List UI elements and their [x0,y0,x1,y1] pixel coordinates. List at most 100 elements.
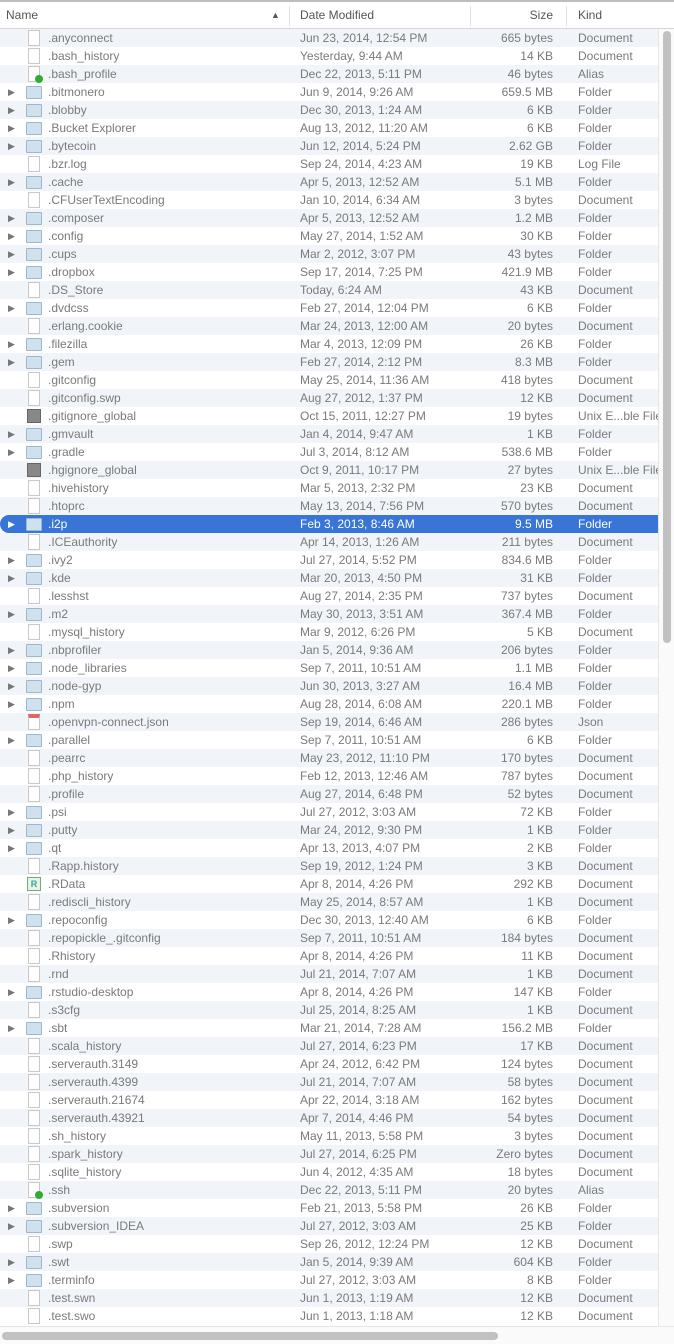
disclosure-triangle-icon[interactable]: ▶ [8,641,15,659]
file-row[interactable]: ▶ .bitmonero Jun 9, 2014, 9:26 AM 659.5 MB F… [0,83,658,101]
disclosure-triangle-icon[interactable]: ▶ [8,1199,15,1217]
vertical-scrollbar-thumb[interactable] [663,31,671,643]
file-row[interactable]: ▶ .cache Apr 5, 2013, 12:52 AM 5.1 MB Folder [0,173,658,191]
disclosure-triangle-icon[interactable]: ▶ [8,299,15,317]
file-row[interactable]: .php_history Feb 12, 2013, 12:46 AM 787 by… [0,767,658,785]
disclosure-triangle-icon[interactable]: ▶ [8,137,15,155]
file-row[interactable]: ▶ .dropbox Sep 17, 2014, 7:25 PM 421.9 MB Fo… [0,263,658,281]
file-row[interactable]: ▶ .config May 27, 2014, 1:52 AM 30 KB Folder [0,227,658,245]
disclosure-triangle-icon[interactable]: ▶ [8,659,15,677]
file-row[interactable]: ▶ .gmvault Jan 4, 2014, 9:47 AM 1 KB Folder [0,425,658,443]
file-row[interactable]: ▶ .subversion Feb 21, 2013, 5:58 PM 26 KB Fo… [0,1199,658,1217]
disclosure-triangle-icon[interactable]: ▶ [8,209,15,227]
file-row[interactable]: .erlang.cookie Mar 24, 2013, 12:00 AM 20 b… [0,317,658,335]
disclosure-triangle-icon[interactable]: ▶ [8,803,15,821]
file-row[interactable]: ▶ .npm Aug 28, 2014, 6:08 AM 220.1 MB Folder [0,695,658,713]
column-header-kind[interactable]: Kind [578,8,602,22]
file-row[interactable]: .CFUserTextEncoding Jan 10, 2014, 6:34 AM… [0,191,658,209]
file-row[interactable]: .bzr.log Sep 24, 2014, 4:23 AM 19 KB Log Fi… [0,155,658,173]
file-row[interactable]: ▶ .cups Mar 2, 2012, 3:07 PM 43 bytes Folder [0,245,658,263]
file-row[interactable]: .sqlite_history Jun 4, 2012, 4:35 AM 18 by… [0,1163,658,1181]
file-row[interactable]: ▶ .subversion_IDEA Jul 27, 2012, 3:03 AM 25… [0,1217,658,1235]
file-row[interactable]: .gitconfig.swp Aug 27, 2012, 1:37 PM 12 KB… [0,389,658,407]
file-row[interactable]: .ssh Dec 22, 2013, 5:11 PM 20 bytes Alias [0,1181,658,1199]
file-row[interactable]: ▶ .i2p Feb 3, 2013, 8:46 AM 9.5 MB Folder [0,515,658,533]
disclosure-triangle-icon[interactable]: ▶ [8,353,15,371]
horizontal-scrollbar[interactable] [0,1326,674,1344]
column-header-date-modified[interactable]: Date Modified [300,8,374,22]
column-header-name[interactable]: Name [6,8,38,22]
file-row[interactable]: ▶ .psi Jul 27, 2012, 3:03 AM 72 KB Folder [0,803,658,821]
column-divider[interactable] [566,6,567,26]
file-row[interactable]: ▶ .filezilla Mar 4, 2013, 12:09 PM 26 KB Fol… [0,335,658,353]
file-row[interactable]: .DS_Store Today, 6:24 AM 43 KB Document [0,281,658,299]
file-row[interactable]: ▶ .kde Mar 20, 2013, 4:50 PM 31 KB Folder [0,569,658,587]
disclosure-triangle-icon[interactable]: ▶ [8,731,15,749]
disclosure-triangle-icon[interactable]: ▶ [8,839,15,857]
file-row[interactable]: .ICEauthority Apr 14, 2013, 1:26 AM 211 by… [0,533,658,551]
disclosure-triangle-icon[interactable]: ▶ [8,569,15,587]
file-row[interactable]: .htoprc May 13, 2014, 7:56 PM 570 bytes Doc… [0,497,658,515]
file-row[interactable]: .scala_history Jul 27, 2014, 6:23 PM 17 KB… [0,1037,658,1055]
column-divider[interactable] [470,6,471,26]
file-row[interactable]: .s3cfg Jul 25, 2014, 8:25 AM 1 KB Document [0,1001,658,1019]
file-row[interactable]: ▶ .parallel Sep 7, 2011, 10:51 AM 6 KB Folde… [0,731,658,749]
file-row[interactable]: ▶ .qt Apr 13, 2013, 4:07 PM 2 KB Folder [0,839,658,857]
disclosure-triangle-icon[interactable]: ▶ [8,335,15,353]
disclosure-triangle-icon[interactable]: ▶ [8,443,15,461]
disclosure-triangle-icon[interactable]: ▶ [8,425,15,443]
file-row[interactable]: ▶ .composer Apr 5, 2013, 12:52 AM 1.2 MB Fol… [0,209,658,227]
disclosure-triangle-icon[interactable]: ▶ [8,677,15,695]
disclosure-triangle-icon[interactable]: ▶ [8,821,15,839]
column-divider[interactable] [289,6,290,26]
file-row[interactable]: ▶ .m2 May 30, 2013, 3:51 AM 367.4 MB Folder [0,605,658,623]
file-row[interactable]: .serverauth.4399 Jul 21, 2014, 7:07 AM 58 … [0,1073,658,1091]
disclosure-triangle-icon[interactable]: ▶ [8,173,15,191]
disclosure-triangle-icon[interactable]: ▶ [8,245,15,263]
file-row[interactable]: .openvpn-connect.json Sep 19, 2014, 6:46 … [0,713,658,731]
disclosure-triangle-icon[interactable]: ▶ [8,1019,15,1037]
disclosure-triangle-icon[interactable]: ▶ [8,695,15,713]
file-row[interactable]: .bash_profile Dec 22, 2013, 5:11 PM 46 byt… [0,65,658,83]
file-row[interactable]: .pearrc May 23, 2012, 11:10 PM 170 bytes Do… [0,749,658,767]
file-row[interactable]: ▶ .terminfo Jul 27, 2012, 3:03 AM 8 KB Folde… [0,1271,658,1289]
file-row[interactable]: .anyconnect Jun 23, 2014, 12:54 PM 665 byt… [0,29,658,47]
column-header-size[interactable]: Size [530,8,553,22]
disclosure-triangle-icon[interactable]: ▶ [8,1271,15,1289]
file-row[interactable]: ▶ .rstudio-desktop Apr 8, 2014, 4:26 PM 147… [0,983,658,1001]
file-row[interactable]: .test.swo Jun 1, 2013, 1:18 AM 12 KB Docume… [0,1307,658,1325]
file-row[interactable]: ▶ .gradle Jul 3, 2014, 8:12 AM 538.6 MB Fold… [0,443,658,461]
disclosure-triangle-icon[interactable]: ▶ [8,551,15,569]
file-row[interactable]: .repopickle_.gitconfig Sep 7, 2011, 10:51… [0,929,658,947]
file-row[interactable]: .spark_history Jul 27, 2014, 6:25 PM Zero … [0,1145,658,1163]
file-row[interactable]: .rnd Jul 21, 2014, 7:07 AM 1 KB Document [0,965,658,983]
file-row[interactable]: R .RData Apr 8, 2014, 4:26 PM 292 KB Documen… [0,875,658,893]
disclosure-triangle-icon[interactable]: ▶ [8,1253,15,1271]
file-row[interactable]: .hivehistory Mar 5, 2013, 2:32 PM 23 KB Doc… [0,479,658,497]
vertical-scrollbar[interactable] [658,29,674,1329]
sort-ascending-icon[interactable]: ▲ [271,10,280,20]
file-row[interactable]: .mysql_history Mar 9, 2012, 6:26 PM 5 KB Do… [0,623,658,641]
file-row[interactable]: .lesshst Aug 27, 2014, 2:35 PM 737 bytes Do… [0,587,658,605]
file-row[interactable]: ▶ .node-gyp Jun 30, 2013, 3:27 AM 16.4 MB Fo… [0,677,658,695]
file-row[interactable]: .Rhistory Apr 8, 2014, 4:26 PM 11 KB Docume… [0,947,658,965]
disclosure-triangle-icon[interactable]: ▶ [8,1217,15,1235]
disclosure-triangle-icon[interactable]: ▶ [8,263,15,281]
file-row[interactable]: .gitconfig May 25, 2014, 11:36 AM 418 byte… [0,371,658,389]
file-row[interactable]: .serverauth.43921 Apr 7, 2014, 4:46 PM 54 … [0,1109,658,1127]
horizontal-scrollbar-thumb[interactable] [2,1332,498,1340]
file-row[interactable]: .serverauth.21674 Apr 22, 2014, 3:18 AM 16… [0,1091,658,1109]
file-row[interactable]: ▶ .swt Jan 5, 2014, 9:39 AM 604 KB Folder [0,1253,658,1271]
file-row[interactable]: .rediscli_history May 25, 2014, 8:57 AM 1 … [0,893,658,911]
file-row[interactable]: .bash_history Yesterday, 9:44 AM 14 KB Docu… [0,47,658,65]
file-row[interactable]: .serverauth.3149 Apr 24, 2012, 6:42 PM 124… [0,1055,658,1073]
file-row[interactable]: ▶ .gem Feb 27, 2014, 2:12 PM 8.3 MB Folder [0,353,658,371]
file-row[interactable]: .profile Aug 27, 2014, 6:48 PM 52 bytes Doc… [0,785,658,803]
file-row[interactable]: .Rapp.history Sep 19, 2012, 1:24 PM 3 KB Do… [0,857,658,875]
file-row[interactable]: .sh_history May 11, 2013, 5:58 PM 3 bytes D… [0,1127,658,1145]
disclosure-triangle-icon[interactable]: ▶ [8,605,15,623]
file-row[interactable]: ▶ .blobby Dec 30, 2013, 1:24 AM 6 KB Folder [0,101,658,119]
disclosure-triangle-icon[interactable]: ▶ [8,101,15,119]
file-row[interactable]: ▶ .sbt Mar 21, 2014, 7:28 AM 156.2 MB Folder [0,1019,658,1037]
disclosure-triangle-icon[interactable]: ▶ [8,911,15,929]
